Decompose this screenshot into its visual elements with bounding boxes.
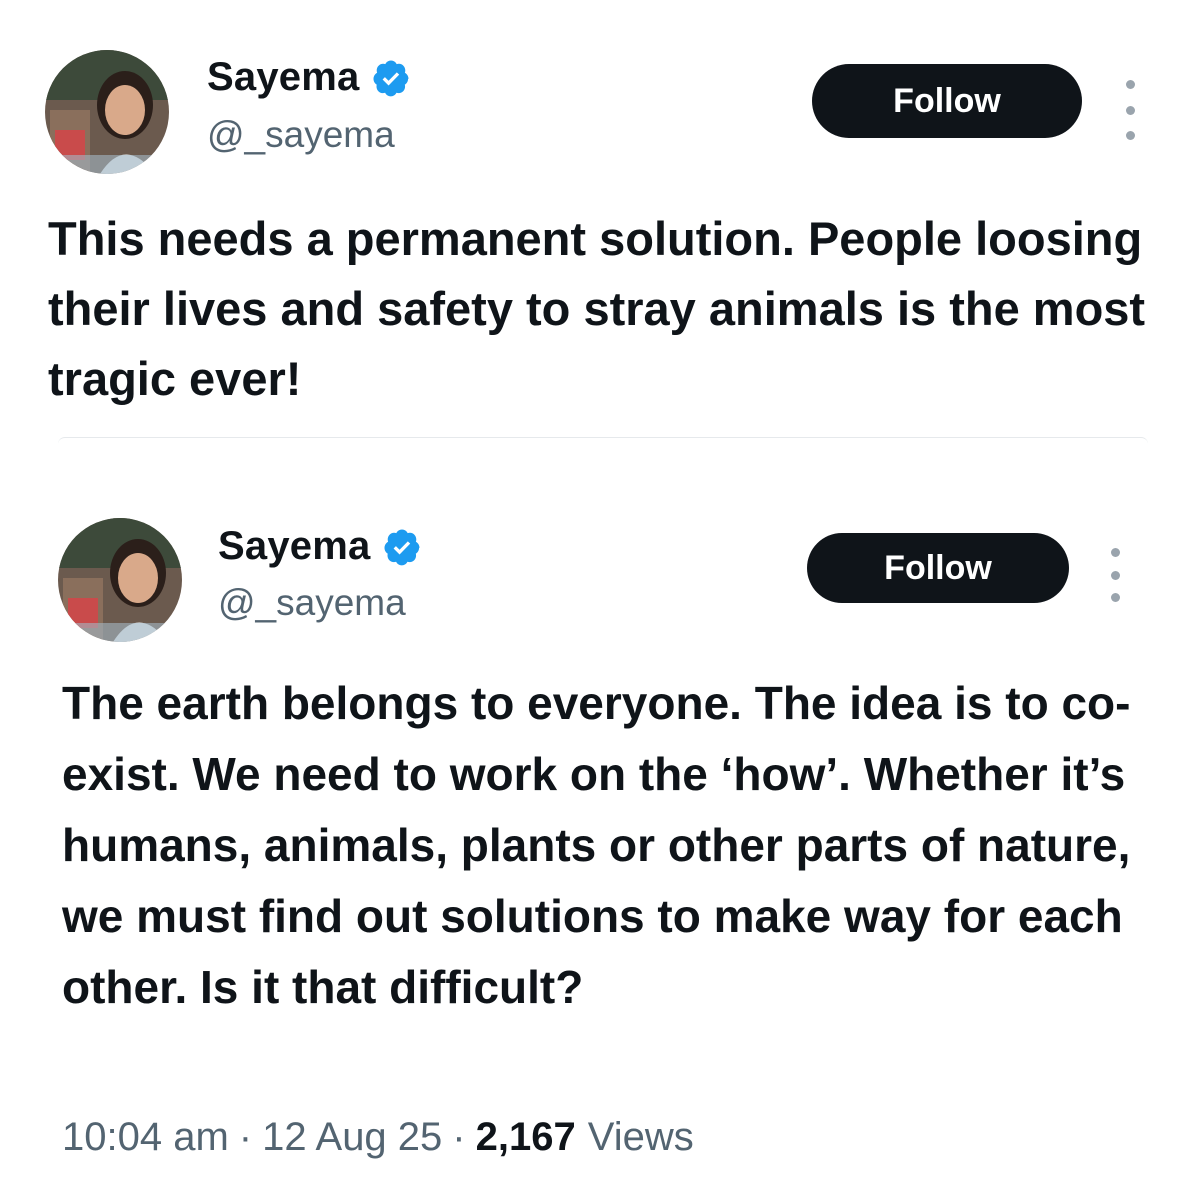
more-options-icon[interactable] — [1118, 80, 1142, 140]
dot — [1110, 548, 1120, 557]
tweet-screenshot: Sayema @_sayema Follow This needs a perm… — [0, 0, 1200, 1200]
follow-button[interactable]: Follow — [812, 64, 1082, 138]
dot — [1125, 105, 1135, 115]
verified-badge-icon — [371, 58, 411, 98]
tweet-text: The earth belongs to everyone. The idea … — [62, 677, 1131, 1013]
tweet-date[interactable]: 12 Aug 25 — [262, 1115, 442, 1160]
dot — [1125, 80, 1135, 89]
handle[interactable]: @_sayema — [218, 582, 406, 624]
separator-dot: · — [238, 1115, 253, 1159]
dot — [1110, 570, 1120, 580]
dot — [1125, 131, 1135, 140]
dot — [1110, 593, 1120, 602]
tweet-text: This needs a permanent solution. People … — [48, 212, 1146, 405]
avatar[interactable] — [45, 50, 169, 174]
tweet-time[interactable]: 10:04 am — [62, 1115, 229, 1160]
author-name-row: Sayema — [207, 55, 411, 100]
follow-button[interactable]: Follow — [807, 533, 1069, 603]
author-name-row: Sayema — [218, 524, 422, 569]
quoted-tweet-card-border — [58, 437, 1148, 444]
views-label: Views — [587, 1115, 694, 1159]
more-options-icon[interactable] — [1103, 548, 1127, 602]
tweet-meta: 10:04 am · 12 Aug 25 · 2,167 Views — [62, 1115, 694, 1160]
verified-badge-icon — [382, 527, 422, 567]
views-count: 2,167 — [475, 1115, 576, 1159]
handle[interactable]: @_sayema — [207, 114, 395, 156]
separator-dot: · — [452, 1115, 466, 1159]
display-name[interactable]: Sayema — [218, 524, 370, 569]
display-name[interactable]: Sayema — [207, 55, 359, 100]
avatar[interactable] — [58, 518, 182, 642]
